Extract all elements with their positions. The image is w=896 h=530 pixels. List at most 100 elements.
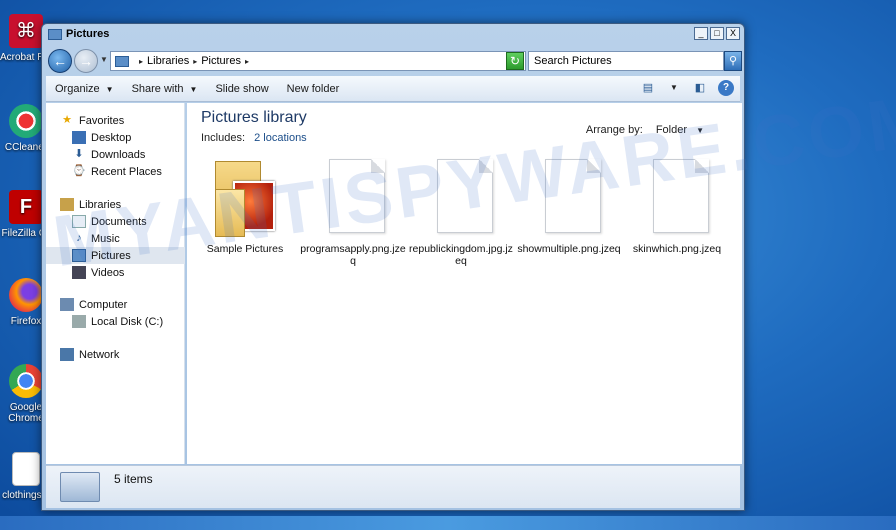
- file-name: republickingdom.jpg.jzeq: [409, 243, 513, 267]
- chrome-icon: [9, 364, 43, 398]
- star-icon: ★: [62, 114, 72, 126]
- includes-label: Includes:: [201, 132, 246, 144]
- details-pane: 5 items: [46, 465, 740, 508]
- breadcrumb-libraries[interactable]: Libraries: [147, 55, 189, 67]
- videos-icon: [72, 266, 86, 279]
- nav-documents[interactable]: Documents: [46, 213, 185, 230]
- file-item[interactable]: showmultiple.png.jzeq: [515, 159, 623, 255]
- filezilla-icon: F: [9, 190, 43, 224]
- file-item[interactable]: skinwhich.png.jzeq: [623, 159, 731, 255]
- file-name: showmultiple.png.jzeq: [517, 243, 621, 255]
- nav-recent-places[interactable]: ⌚ Recent Places: [46, 163, 185, 180]
- maximize-button[interactable]: □: [710, 27, 724, 40]
- close-button[interactable]: X: [726, 27, 740, 40]
- pictures-library-icon: [60, 472, 100, 502]
- network-icon: [60, 348, 74, 361]
- command-bar: Organize ▼ Share with ▼ Slide show New fol…: [46, 76, 740, 102]
- file-name: programsapply.png.jzeq: [300, 243, 406, 267]
- share-with-button[interactable]: Share with ▼: [123, 83, 207, 95]
- back-button[interactable]: ←: [48, 49, 72, 73]
- firefox-icon: [9, 278, 43, 312]
- chevron-down-icon[interactable]: ▼: [696, 126, 704, 135]
- arrange-by: Arrange by: Folder ▼: [586, 124, 704, 136]
- recent-places-icon: ⌚: [72, 165, 86, 177]
- downloads-icon: ⬇: [74, 148, 84, 160]
- text-file-icon: [12, 452, 40, 486]
- new-folder-button[interactable]: New folder: [278, 83, 349, 95]
- libraries-icon: [60, 198, 74, 211]
- refresh-button[interactable]: ↻: [506, 52, 524, 70]
- nav-local-disk[interactable]: Local Disk (C:): [46, 313, 185, 330]
- title-bar[interactable]: Pictures _ □ X: [42, 24, 744, 46]
- blank-file-icon: [323, 159, 385, 237]
- address-bar-row: ← → ▼ ▸ Libraries ▸ Pictures ▸ ▼ ↻ Searc…: [46, 48, 742, 74]
- view-options-dropdown-icon[interactable]: ▼: [666, 80, 682, 96]
- change-view-icon[interactable]: ▤: [640, 80, 656, 96]
- chevron-down-icon: ▼: [189, 84, 198, 94]
- address-field[interactable]: ▸ Libraries ▸ Pictures ▸ ▼: [110, 51, 526, 71]
- nav-label: Pictures: [91, 249, 131, 262]
- blank-file-icon: [539, 159, 601, 237]
- nav-network[interactable]: Network: [46, 346, 185, 363]
- nav-favorites[interactable]: ★ Favorites: [46, 112, 185, 129]
- organize-label: Organize: [55, 82, 100, 95]
- file-item-sample-pictures[interactable]: Sample Pictures: [191, 159, 299, 255]
- includes-locations-link[interactable]: 2 locations: [254, 132, 307, 144]
- nav-label: Recent Places: [91, 165, 162, 178]
- slide-show-button[interactable]: Slide show: [206, 83, 277, 95]
- nav-pictures[interactable]: Pictures: [46, 247, 185, 264]
- explorer-window: Pictures _ □ X ← → ▼ ▸ Libraries ▸ Pictu…: [41, 23, 745, 511]
- recent-pages-dropdown[interactable]: ▼: [100, 55, 108, 64]
- library-icon: [48, 29, 62, 40]
- desktop-icon: [72, 131, 86, 144]
- blank-file-icon: [647, 159, 709, 237]
- file-name: skinwhich.png.jzeq: [632, 243, 722, 255]
- nav-label: Local Disk (C:): [91, 315, 164, 328]
- documents-icon: [72, 215, 86, 228]
- breadcrumb-arrow-icon[interactable]: ▸: [193, 57, 197, 66]
- nav-videos[interactable]: Videos: [46, 264, 185, 281]
- nav-libraries[interactable]: Libraries: [46, 196, 185, 213]
- music-icon: ♪: [76, 232, 82, 244]
- file-name: Sample Pictures: [206, 243, 284, 255]
- nav-music[interactable]: ♪ Music: [46, 230, 185, 247]
- acrobat-reader-icon: ⌘: [9, 14, 43, 48]
- breadcrumb-pictures[interactable]: Pictures: [201, 55, 241, 67]
- nav-downloads[interactable]: ⬇ Downloads: [46, 146, 185, 163]
- breadcrumb-arrow-icon[interactable]: ▸: [139, 57, 143, 66]
- file-list-pane: Pictures library Includes: 2 locations A…: [187, 103, 742, 464]
- nav-label: Libraries: [79, 198, 122, 211]
- organize-button[interactable]: Organize ▼: [46, 83, 123, 95]
- arrange-by-label: Arrange by:: [585, 124, 643, 136]
- ccleaner-icon: [9, 104, 43, 138]
- computer-icon: [60, 298, 74, 311]
- nav-label: Music: [91, 232, 120, 245]
- library-includes: Includes: 2 locations: [201, 132, 307, 144]
- chevron-down-icon: ▼: [105, 84, 114, 94]
- library-title: Pictures library: [201, 109, 307, 126]
- minimize-button[interactable]: _: [694, 27, 708, 40]
- file-item[interactable]: programsapply.png.jzeq: [299, 159, 407, 267]
- nav-computer[interactable]: Computer: [46, 296, 185, 313]
- share-with-label: Share with: [131, 82, 184, 95]
- forward-button[interactable]: →: [74, 49, 98, 73]
- preview-pane-icon[interactable]: ◧: [692, 80, 708, 96]
- nav-label: Network: [79, 348, 120, 361]
- library-icon: [115, 55, 129, 67]
- nav-label: Downloads: [91, 148, 146, 161]
- nav-label: Documents: [91, 215, 147, 228]
- nav-desktop[interactable]: Desktop: [46, 129, 185, 146]
- nav-label: Computer: [79, 298, 128, 311]
- arrange-by-dropdown[interactable]: Folder: [656, 124, 687, 136]
- nav-label: Favorites: [79, 114, 125, 127]
- search-input[interactable]: Search Pictures: [528, 51, 724, 71]
- nav-label: Videos: [91, 266, 125, 279]
- file-item[interactable]: republickingdom.jpg.jzeq: [407, 159, 515, 267]
- search-icon[interactable]: ⚲: [724, 51, 742, 71]
- taskbar: [0, 516, 896, 530]
- help-icon[interactable]: ?: [718, 80, 734, 96]
- blank-file-icon: [431, 159, 493, 237]
- nav-label: Desktop: [91, 131, 132, 144]
- hard-drive-icon: [72, 315, 86, 328]
- breadcrumb-arrow-icon[interactable]: ▸: [245, 57, 249, 66]
